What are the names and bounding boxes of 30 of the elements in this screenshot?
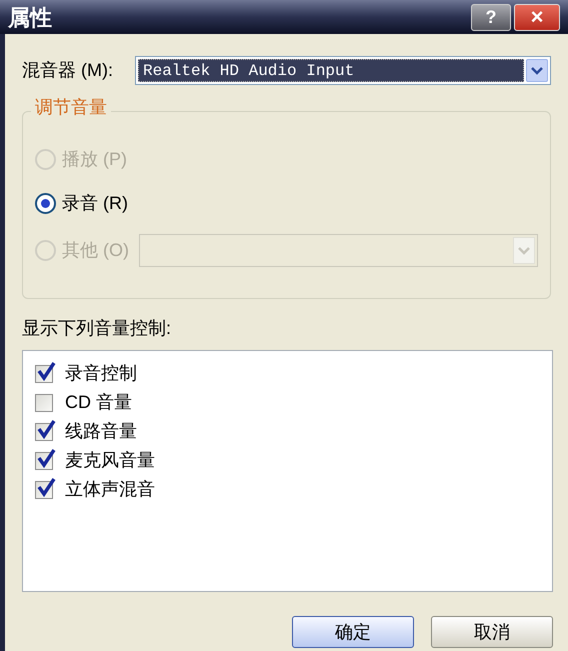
dialog-button[interactable]: 取消 xyxy=(431,616,553,648)
mixer-label: 混音器 (M): xyxy=(22,59,113,82)
check-icon xyxy=(37,420,57,440)
mixer-dropdown[interactable]: Realtek HD Audio Input xyxy=(134,56,551,85)
control-label: 立体声混音 xyxy=(65,478,155,501)
check-icon xyxy=(37,362,57,382)
check-icon xyxy=(37,478,57,498)
chevron-down-icon xyxy=(531,66,543,75)
close-button[interactable]: × xyxy=(514,4,560,30)
dropdown-button[interactable] xyxy=(526,59,548,82)
group-title: 调节音量 xyxy=(31,98,111,116)
control-label: 麦克风音量 xyxy=(65,449,155,472)
radio-button[interactable] xyxy=(35,192,56,214)
checkbox[interactable] xyxy=(35,452,53,470)
controls-label: 显示下列音量控制: xyxy=(22,317,172,340)
radio-label: 其他 (O) xyxy=(62,239,129,262)
radio-label: 录音 (R) xyxy=(62,192,128,215)
control-label: 录音控制 xyxy=(65,362,137,385)
checkbox[interactable] xyxy=(35,394,53,412)
check-icon xyxy=(37,448,57,468)
dialog-button[interactable]: 确定 xyxy=(292,616,414,648)
mixer-value: Realtek HD Audio Input xyxy=(138,59,524,82)
control-label: 线路音量 xyxy=(65,420,137,443)
control-label: CD 音量 xyxy=(65,391,132,414)
radio-label: 播放 (P) xyxy=(62,148,127,171)
checkbox[interactable] xyxy=(35,422,53,440)
checkbox[interactable] xyxy=(35,364,53,382)
checkbox[interactable] xyxy=(35,480,53,498)
chevron-down-icon xyxy=(518,246,530,255)
window-title: 属性 xyxy=(8,4,52,32)
